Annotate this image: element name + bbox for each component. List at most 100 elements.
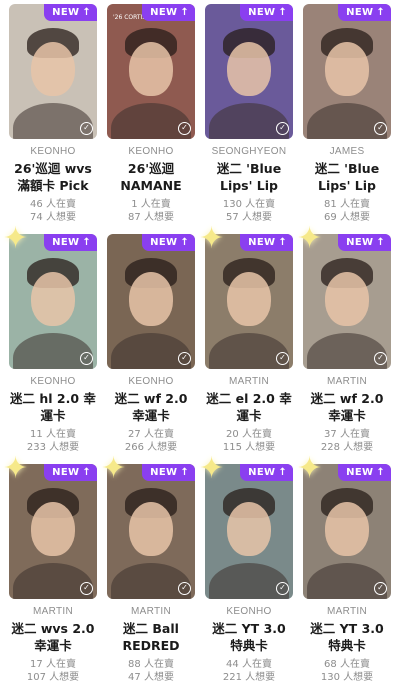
- new-badge-label: NEW: [150, 7, 178, 18]
- sellers-count: 46 人在賣: [30, 199, 76, 210]
- artist-name: JAMES: [329, 146, 365, 157]
- new-badge-label: NEW: [248, 237, 276, 248]
- new-badge: NEW ↑: [338, 464, 391, 481]
- photocard-item[interactable]: NEW ↑ ✓ MARTIN 迷二 el 2.0 幸運卡 20 人在賣 115 …: [199, 224, 293, 460]
- photo-body-shape: [209, 333, 289, 369]
- photo-body-shape: [209, 103, 289, 139]
- photo-body-shape: [307, 103, 387, 139]
- new-badge: NEW ↑: [142, 4, 195, 21]
- sellers-count: 68 人在賣: [324, 659, 370, 670]
- card-title[interactable]: 迷二 wf 2.0 幸運卡: [303, 390, 391, 424]
- new-badge-label: NEW: [150, 467, 178, 478]
- card-title[interactable]: 迷二 'Blue Lips' Lip Bal…: [303, 160, 391, 194]
- check-circle-icon[interactable]: ✓: [374, 582, 387, 595]
- arrow-up-icon: ↑: [180, 6, 189, 18]
- card-title[interactable]: 迷二 wvs 2.0 幸運卡: [9, 620, 97, 654]
- photo-body-shape: [13, 563, 93, 599]
- photocard-image[interactable]: NEW ↑ ✓: [107, 234, 195, 369]
- sparkle-star-icon: ✦: [297, 451, 323, 486]
- check-circle-icon[interactable]: ✓: [276, 582, 289, 595]
- card-title[interactable]: 迷二 wf 2.0 幸運卡: [107, 390, 195, 424]
- photocard-item[interactable]: NEW ↑ ✓ MARTIN 迷二 wvs 2.0 幸運卡 17 人在賣 107…: [3, 454, 97, 690]
- check-circle-icon[interactable]: ✓: [276, 352, 289, 365]
- new-badge: NEW ↑: [338, 4, 391, 21]
- photocard-item[interactable]: NEW ↑ ✓ KEONHO 迷二 wf 2.0 幸運卡 27 人在賣 266 …: [107, 234, 195, 460]
- photocard-grid: NEW ↑ ✓ KEONHO 26'巡迴 wvs 滿額卡 Pick up 46 …: [3, 4, 391, 690]
- artist-name: KEONHO: [128, 146, 174, 157]
- photocard-item[interactable]: NEW ↑ ✓ MARTIN 迷二 Ball REDRED ver… 88 人在…: [101, 454, 195, 690]
- card-title[interactable]: 迷二 'Blue Lips' Lip Bal…: [205, 160, 293, 194]
- sparkle-star-icon: ✦: [297, 221, 323, 256]
- check-circle-icon[interactable]: ✓: [374, 122, 387, 135]
- sellers-count: 20 人在賣: [226, 429, 272, 440]
- wanters-count: 221 人想要: [222, 672, 276, 683]
- sellers-count: 37 人在賣: [324, 429, 370, 440]
- photocard-item[interactable]: NEW ↑ ✓ KEONHO 迷二 YT 3.0 特典卡 44 人在賣 221 …: [199, 454, 293, 690]
- artist-name: KEONHO: [226, 606, 272, 617]
- artist-name: KEONHO: [30, 376, 76, 387]
- photocard-item[interactable]: NEW ↑ ✓ '26 CORTIS TOUR KEONHO 26'巡迴 NAM…: [107, 4, 195, 230]
- check-circle-icon[interactable]: ✓: [80, 352, 93, 365]
- photo-face-shape: [325, 502, 369, 556]
- sellers-count: 27 人在賣: [128, 429, 174, 440]
- new-badge-label: NEW: [150, 237, 178, 248]
- new-badge-label: NEW: [52, 237, 80, 248]
- photo-face-shape: [129, 502, 173, 556]
- check-circle-icon[interactable]: ✓: [80, 122, 93, 135]
- card-title[interactable]: 迷二 YT 3.0 特典卡: [303, 620, 391, 654]
- check-circle-icon[interactable]: ✓: [178, 122, 191, 135]
- artist-name: SEONGHYEON: [211, 146, 287, 157]
- sellers-count: 17 人在賣: [30, 659, 76, 670]
- sparkle-star-icon: ✦: [199, 221, 225, 256]
- photo-body-shape: [13, 103, 93, 139]
- photo-face-shape: [129, 42, 173, 96]
- photo-face-shape: [31, 502, 75, 556]
- artist-name: MARTIN: [327, 376, 367, 387]
- card-title[interactable]: 迷二 hl 2.0 幸運卡: [9, 390, 97, 424]
- photocard-image[interactable]: NEW ↑ ✓ '26 CORTIS TOUR: [107, 4, 195, 139]
- photo-face-shape: [227, 42, 271, 96]
- artist-name: MARTIN: [229, 376, 269, 387]
- photocard-item[interactable]: NEW ↑ ✓ SEONGHYEON 迷二 'Blue Lips' Lip Ba…: [205, 4, 293, 230]
- card-stats: 88 人在賣 47 人想要: [107, 658, 195, 684]
- new-badge: NEW ↑: [142, 464, 195, 481]
- check-circle-icon[interactable]: ✓: [374, 352, 387, 365]
- wanters-count: 107 人想要: [26, 672, 80, 683]
- check-circle-icon[interactable]: ✓: [178, 352, 191, 365]
- sellers-count: 130 人在賣: [222, 199, 276, 210]
- photocard-item[interactable]: NEW ↑ ✓ MARTIN 迷二 YT 3.0 特典卡 68 人在賣 130 …: [297, 454, 391, 690]
- photocard-item[interactable]: NEW ↑ ✓ KEONHO 26'巡迴 wvs 滿額卡 Pick up 46 …: [9, 4, 97, 230]
- photo-body-shape: [209, 563, 289, 599]
- card-title[interactable]: 迷二 YT 3.0 特典卡: [205, 620, 293, 654]
- photocard-item[interactable]: NEW ↑ ✓ JAMES 迷二 'Blue Lips' Lip Bal… 81…: [303, 4, 391, 230]
- new-badge: NEW ↑: [240, 234, 293, 251]
- photocard-image[interactable]: NEW ↑ ✓: [9, 4, 97, 139]
- check-circle-icon[interactable]: ✓: [276, 122, 289, 135]
- new-badge: NEW ↑: [240, 464, 293, 481]
- artist-name: MARTIN: [33, 606, 73, 617]
- card-title[interactable]: 26'巡迴 NAMANE 交…: [107, 160, 195, 194]
- photo-body-shape: [111, 333, 191, 369]
- new-badge: NEW ↑: [44, 234, 97, 251]
- card-stats: 17 人在賣 107 人想要: [9, 658, 97, 684]
- wanters-count: 130 人想要: [320, 672, 374, 683]
- new-badge: NEW ↑: [142, 234, 195, 251]
- photo-body-shape: [13, 333, 93, 369]
- photocard-item[interactable]: NEW ↑ ✓ KEONHO 迷二 hl 2.0 幸運卡 11 人在賣 233 …: [3, 224, 97, 460]
- card-title[interactable]: 26'巡迴 wvs 滿額卡 Pick up: [9, 160, 97, 194]
- check-circle-icon[interactable]: ✓: [178, 582, 191, 595]
- photocard-image[interactable]: NEW ↑ ✓: [303, 4, 391, 139]
- check-circle-icon[interactable]: ✓: [80, 582, 93, 595]
- arrow-up-icon: ↑: [376, 466, 385, 478]
- card-title[interactable]: 迷二 Ball REDRED ver…: [107, 620, 195, 654]
- photo-body-shape: [307, 333, 387, 369]
- photocard-image[interactable]: NEW ↑ ✓: [205, 4, 293, 139]
- card-title[interactable]: 迷二 el 2.0 幸運卡: [205, 390, 293, 424]
- new-badge: NEW ↑: [44, 464, 97, 481]
- photo-body-shape: [111, 563, 191, 599]
- artist-name: MARTIN: [327, 606, 367, 617]
- photo-face-shape: [129, 272, 173, 326]
- new-badge-label: NEW: [52, 7, 80, 18]
- photocard-item[interactable]: NEW ↑ ✓ MARTIN 迷二 wf 2.0 幸運卡 37 人在賣 228 …: [297, 224, 391, 460]
- new-badge: NEW ↑: [338, 234, 391, 251]
